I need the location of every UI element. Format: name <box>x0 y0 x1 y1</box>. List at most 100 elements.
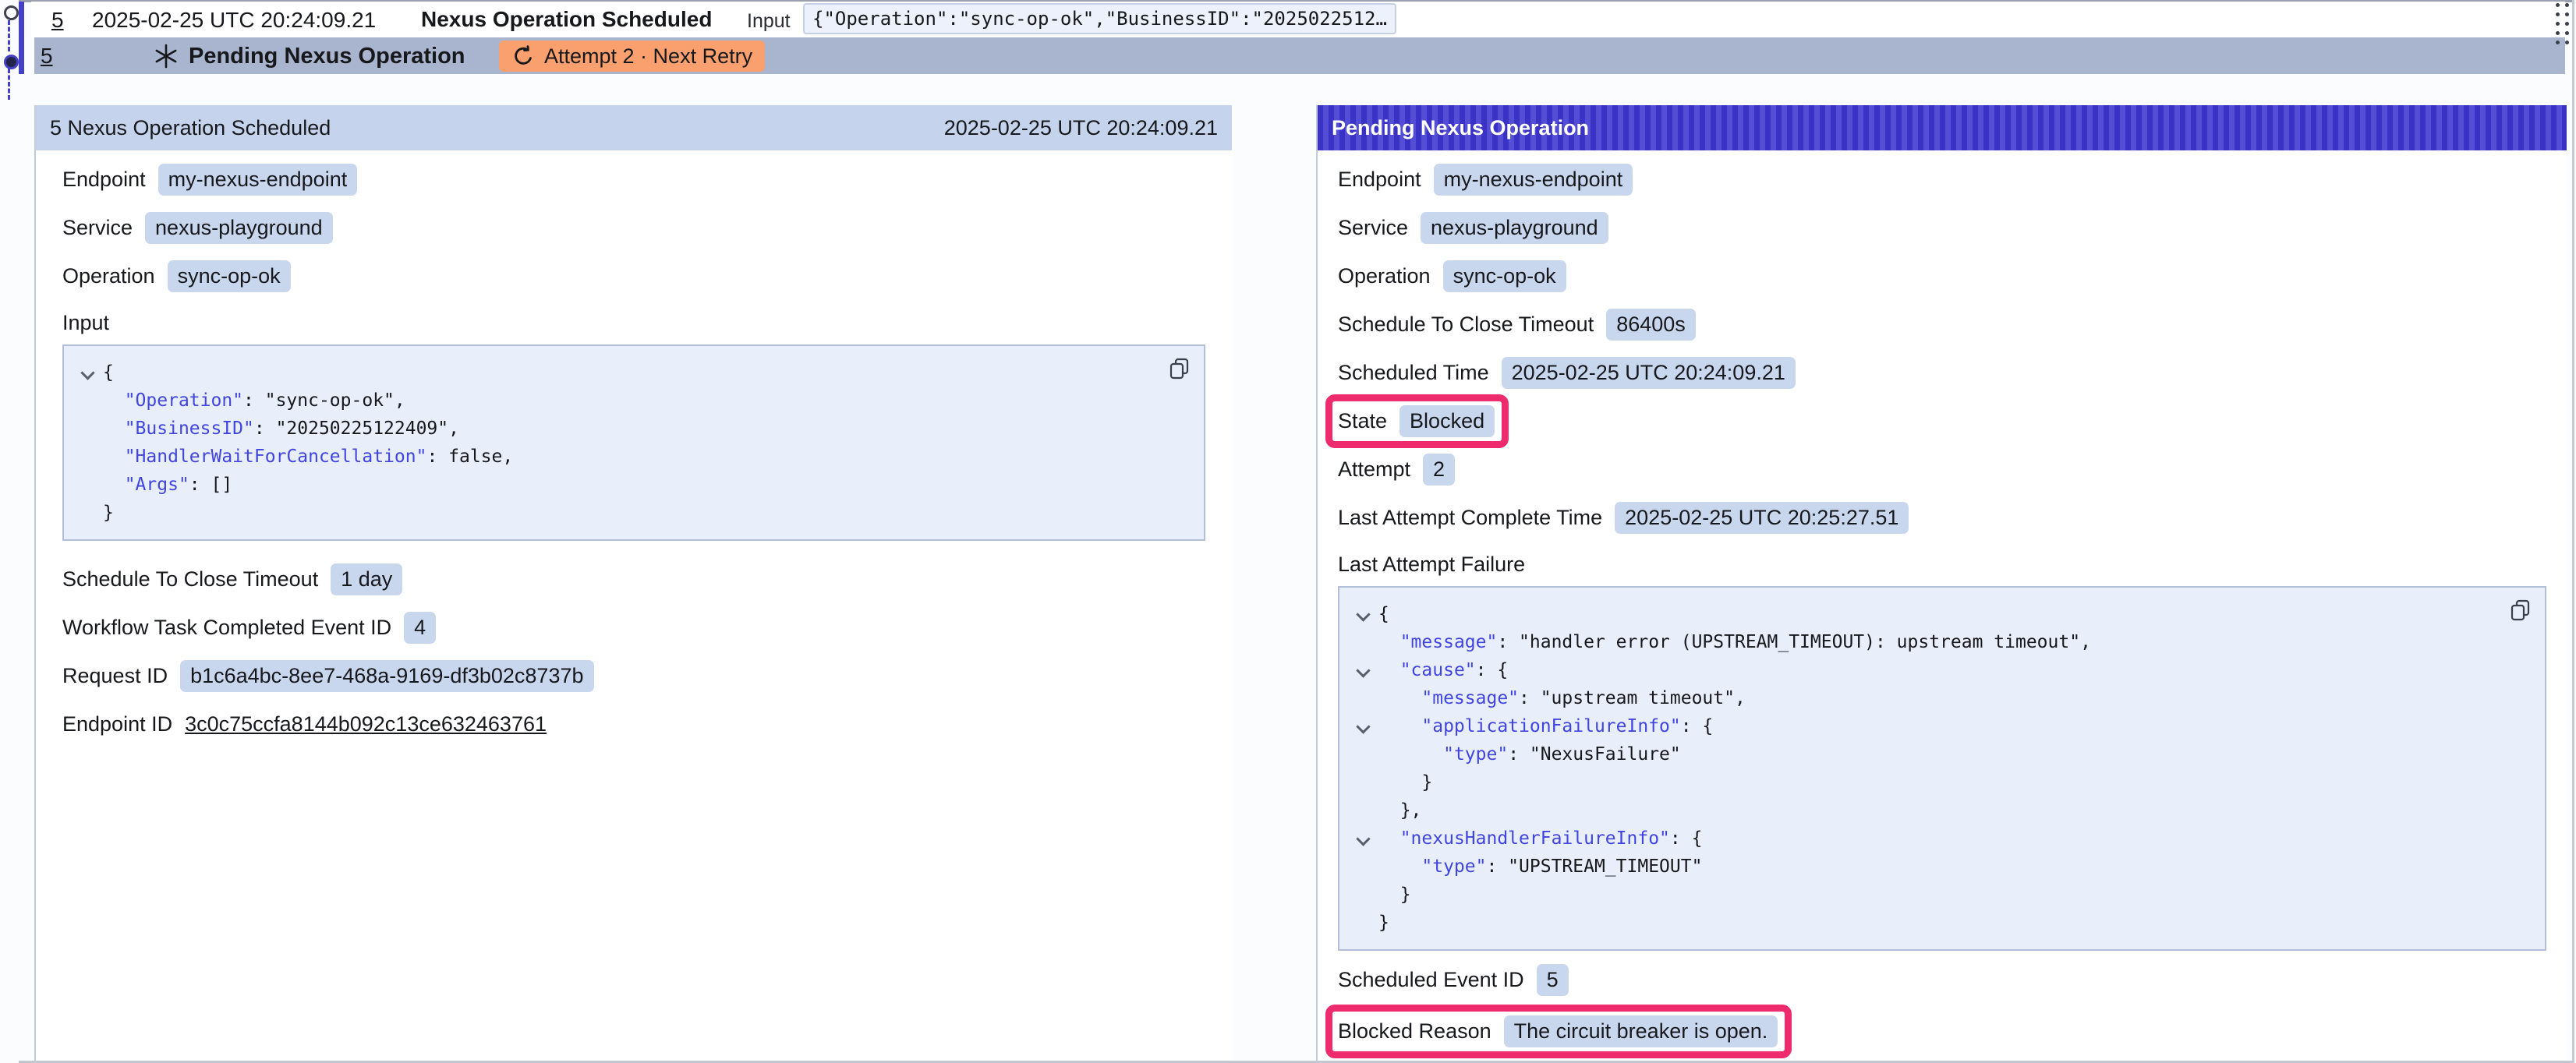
field-value-chip: sync-op-ok <box>168 260 291 292</box>
field-row: Service nexus-playground <box>1338 210 2546 245</box>
code-line: { <box>1347 600 2532 628</box>
field-value-chip: 2025-02-25 UTC 20:25:27.51 <box>1615 502 1909 534</box>
right-edge-border <box>2572 0 2574 1063</box>
timeline-open-circle-icon <box>4 5 19 20</box>
field-label: Attempt <box>1338 457 1410 482</box>
scheduled-event-panel: 5 Nexus Operation Scheduled 2025-02-25 U… <box>34 105 1232 1061</box>
event-input-label: Input <box>747 10 791 33</box>
retry-badge[interactable]: Attempt 2 · Next Retry <box>499 41 765 72</box>
field-row: Scheduled Time 2025-02-25 UTC 20:24:09.2… <box>1338 355 2546 390</box>
retry-icon <box>511 44 535 68</box>
event-group-indicator-bar <box>19 2 24 74</box>
code-line: "applicationFailureInfo": { <box>1347 712 2532 740</box>
asterisk-icon <box>153 43 179 73</box>
blocked-reason-chip: The circuit breaker is open. <box>1504 1015 1778 1047</box>
field-row: Operation sync-op-ok <box>1338 258 2546 294</box>
field-value-chip: nexus-playground <box>1421 212 1608 244</box>
collapse-chevron-icon[interactable] <box>1356 607 1370 621</box>
collapse-chevron-icon[interactable] <box>1356 719 1370 733</box>
code-line: "message": "upstream timeout", <box>1347 684 2532 712</box>
field-label: Workflow Task Completed Event ID <box>62 616 391 640</box>
field-row: Attempt 2 <box>1338 451 2546 487</box>
state-annotation-box: State Blocked <box>1338 405 1495 437</box>
collapse-chevron-icon[interactable] <box>80 366 94 380</box>
field-row: Last Attempt Complete Time 2025-02-25 UT… <box>1338 500 2546 535</box>
event-row-scheduled[interactable]: 5 2025-02-25 UTC 20:24:09.21 Nexus Opera… <box>31 2 2565 37</box>
copy-icon[interactable] <box>2509 599 2532 623</box>
scheduled-event-id-row: Scheduled Event ID 5 <box>1338 962 2546 998</box>
retry-badge-label: Attempt 2 · Next Retry <box>544 44 752 69</box>
event-timestamp: 2025-02-25 UTC 20:24:09.21 <box>92 8 376 33</box>
field-row: Service nexus-playground <box>62 210 1205 245</box>
field-label: Service <box>1338 216 1408 240</box>
code-line: "nexusHandlerFailureInfo": { <box>1347 825 2532 853</box>
field-value-chip: my-nexus-endpoint <box>158 164 358 196</box>
pending-operation-title: Pending Nexus Operation <box>189 44 465 69</box>
field-label: Endpoint <box>1338 168 1421 192</box>
panel-title: Pending Nexus Operation <box>1332 116 1589 140</box>
field-row: Schedule To Close Timeout 1 day <box>62 561 1205 597</box>
code-line: } <box>72 499 1191 527</box>
event-input-preview: {"Operation":"sync-op-ok","BusinessID":"… <box>803 3 1396 34</box>
code-line: } <box>1347 768 2532 796</box>
field-label: Scheduled Event ID <box>1338 968 1524 992</box>
field-value-chip: nexus-playground <box>145 212 333 244</box>
timeline-filled-circle-icon <box>4 55 19 69</box>
field-label: Blocked Reason <box>1338 1019 1491 1044</box>
field-label: Endpoint ID <box>62 712 172 736</box>
code-line: } <box>1347 881 2532 909</box>
input-code-block: { "Operation": "sync-op-ok", "BusinessID… <box>62 344 1205 541</box>
field-label: State <box>1338 409 1387 433</box>
event-history-view: 5 2025-02-25 UTC 20:24:09.21 Nexus Opera… <box>0 0 2576 1063</box>
failure-code-block: { "message": "handler error (UPSTREAM_TI… <box>1338 586 2546 951</box>
field-label: Schedule To Close Timeout <box>62 567 318 592</box>
failure-section-label: Last Attempt Failure <box>1338 553 2546 577</box>
copy-icon[interactable] <box>1168 357 1191 382</box>
field-label: Endpoint <box>62 168 146 192</box>
field-value-chip: 86400s <box>1606 309 1696 341</box>
field-value-chip: 4 <box>404 612 436 644</box>
code-line: "type": "NexusFailure" <box>1347 740 2532 768</box>
endpoint-id-row: Endpoint ID 3c0c75ccfa8144b092c13ce63246… <box>62 706 1205 742</box>
pending-operation-panel: Pending Nexus Operation Endpoint my-nexu… <box>1316 105 2567 1061</box>
blocked-reason-row: Blocked Reason The circuit breaker is op… <box>1338 1013 2546 1049</box>
panel-timestamp: 2025-02-25 UTC 20:24:09.21 <box>944 116 1218 140</box>
state-row: State Blocked <box>1338 403 2546 439</box>
field-row: Schedule To Close Timeout 86400s <box>1338 306 2546 342</box>
timeline-dashed-line <box>8 20 10 51</box>
event-row-pending[interactable]: 5 Pending Nexus Operation Attempt 2 · Ne… <box>34 37 2565 74</box>
field-label: Schedule To Close Timeout <box>1338 313 1594 337</box>
code-line: { <box>72 358 1191 387</box>
field-label: Request ID <box>62 664 168 688</box>
drag-handle-icon[interactable] <box>2556 3 2570 45</box>
code-line: "cause": { <box>1347 656 2532 684</box>
panel-title: 5 Nexus Operation Scheduled <box>50 116 331 140</box>
code-line: "type": "UPSTREAM_TIMEOUT" <box>1347 853 2532 881</box>
collapse-chevron-icon[interactable] <box>1356 832 1370 846</box>
field-value-chip: 2025-02-25 UTC 20:24:09.21 <box>1502 357 1796 389</box>
field-value-chip: 2 <box>1423 454 1455 486</box>
field-label: Last Attempt Complete Time <box>1338 506 1602 530</box>
pending-operation-panel-header: Pending Nexus Operation <box>1318 105 2567 150</box>
field-label: Operation <box>62 264 155 288</box>
event-id-link[interactable]: 5 <box>51 8 64 33</box>
field-value-chip: 1 day <box>331 563 402 595</box>
field-value-chip: b1c6a4bc-8ee7-468a-9169-df3b02c8737b <box>180 660 593 692</box>
code-line: "BusinessID": "20250225122409", <box>72 415 1191 443</box>
field-value-chip: sync-op-ok <box>1443 260 1566 292</box>
field-row: Workflow Task Completed Event ID 4 <box>62 609 1205 645</box>
blocked-reason-annotation-box: Blocked Reason The circuit breaker is op… <box>1338 1015 1778 1047</box>
field-row: Operation sync-op-ok <box>62 258 1205 294</box>
field-label: Operation <box>1338 264 1431 288</box>
field-row: Request ID b1c6a4bc-8ee7-468a-9169-df3b0… <box>62 658 1205 694</box>
event-title: Nexus Operation Scheduled <box>421 7 712 32</box>
code-line: "message": "handler error (UPSTREAM_TIME… <box>1347 628 2532 656</box>
event-id-link[interactable]: 5 <box>41 44 53 69</box>
field-label: Service <box>62 216 133 240</box>
endpoint-id-link[interactable]: 3c0c75ccfa8144b092c13ce632463761 <box>185 712 547 736</box>
code-line: }, <box>1347 796 2532 825</box>
collapse-chevron-icon[interactable] <box>1356 663 1370 677</box>
code-line: } <box>1347 909 2532 937</box>
state-value-chip: Blocked <box>1399 405 1495 437</box>
scheduled-event-panel-header: 5 Nexus Operation Scheduled 2025-02-25 U… <box>36 105 1232 150</box>
